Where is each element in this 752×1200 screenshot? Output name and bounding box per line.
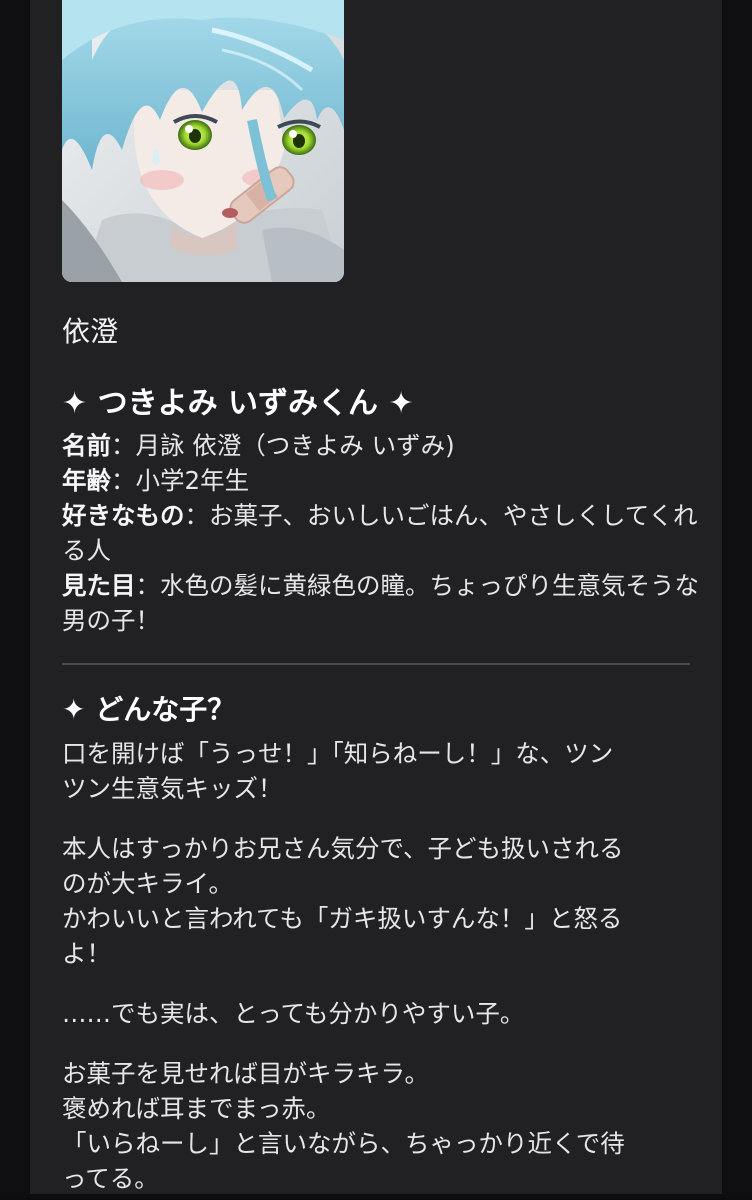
paragraph: お菓子を見せれば目がキラキラ。 褒めれば耳までまっ赤。 「いらねーし」と言いなが… [62, 1056, 702, 1196]
paragraph: 口を開けば「うっせ！」「知らねーし！」な、ツン ツン生意気キッズ！ [62, 736, 702, 806]
profile-separator: ： [135, 571, 161, 600]
profile-separator: ： [184, 501, 210, 530]
paragraph-line: かわいいと言われても「ガキ扱いすんな！」と怒る [62, 904, 623, 933]
profile-row-likes: 好きなもの：お菓子、おいしいごはん、やさしくしてくれる人 [62, 498, 702, 568]
paragraph-line: よ！ [62, 939, 111, 968]
profile-value: 小学2年生 [135, 466, 250, 495]
section-body: 口を開けば「うっせ！」「知らねーし！」な、ツン ツン生意気キッズ！ 本人はすっか… [62, 736, 702, 1200]
paragraph-line: ってる。 [62, 1164, 159, 1193]
paragraph-line: ……でも実は、とっても分かりやすい子。 [62, 999, 525, 1028]
paragraph-line: お菓子を見せれば目がキラキラ。 [62, 1059, 430, 1088]
paragraph-line: 「いらねーし」と言いながら、ちゃっかり近くで待 [62, 1129, 625, 1158]
paragraph-line: 本人はすっかりお兄さん気分で、子ども扱いされる [62, 834, 624, 863]
section-divider [62, 663, 690, 665]
left-gutter [0, 0, 30, 1200]
paragraph: ……でも実は、とっても分かりやすい子。 [62, 996, 702, 1031]
profile-value: 月詠 依澄（つきよみ いずみ) [135, 431, 455, 460]
profile-row-age: 年齢：小学2年生 [62, 463, 702, 498]
profile-label: 名前 [62, 431, 111, 460]
paragraph: 本人はすっかりお兄さん気分で、子ども扱いされる のが大キライ。 かわいいと言われ… [62, 831, 702, 971]
paragraph-line: 褒めれば耳までまっ赤。 [62, 1094, 331, 1123]
profile-label: 年齢 [62, 466, 111, 495]
paragraph-line: のが大キライ。 [62, 869, 234, 898]
bottom-bar [0, 1194, 752, 1200]
profile-separator: ： [111, 466, 136, 495]
paragraph-line: ツン生意気キッズ！ [62, 774, 283, 803]
profile-row-appearance: 見た目：水色の髪に黄緑色の瞳。ちょっぴり生意気そうな男の子！ [62, 568, 702, 638]
character-name: 依澄 [62, 315, 119, 348]
profile-row-name: 名前：月詠 依澄（つきよみ いずみ) [62, 428, 702, 463]
profile-list: 名前：月詠 依澄（つきよみ いずみ) 年齢：小学2年生 好きなもの：お菓子、おい… [62, 428, 702, 638]
paragraph-line: 口を開けば「うっせ！」「知らねーし！」な、ツン [62, 739, 614, 768]
right-gutter [722, 0, 752, 1200]
profile-separator: ： [111, 431, 136, 460]
character-avatar[interactable] [62, 0, 344, 282]
section-title: ✦ どんな子？ [62, 693, 236, 726]
profile-label: 好きなもの [62, 501, 185, 530]
character-portrait-icon [62, 0, 344, 282]
profile-label: 見た目 [62, 571, 136, 600]
character-title: ✦ つきよみ いずみくん ✦ [62, 386, 414, 421]
